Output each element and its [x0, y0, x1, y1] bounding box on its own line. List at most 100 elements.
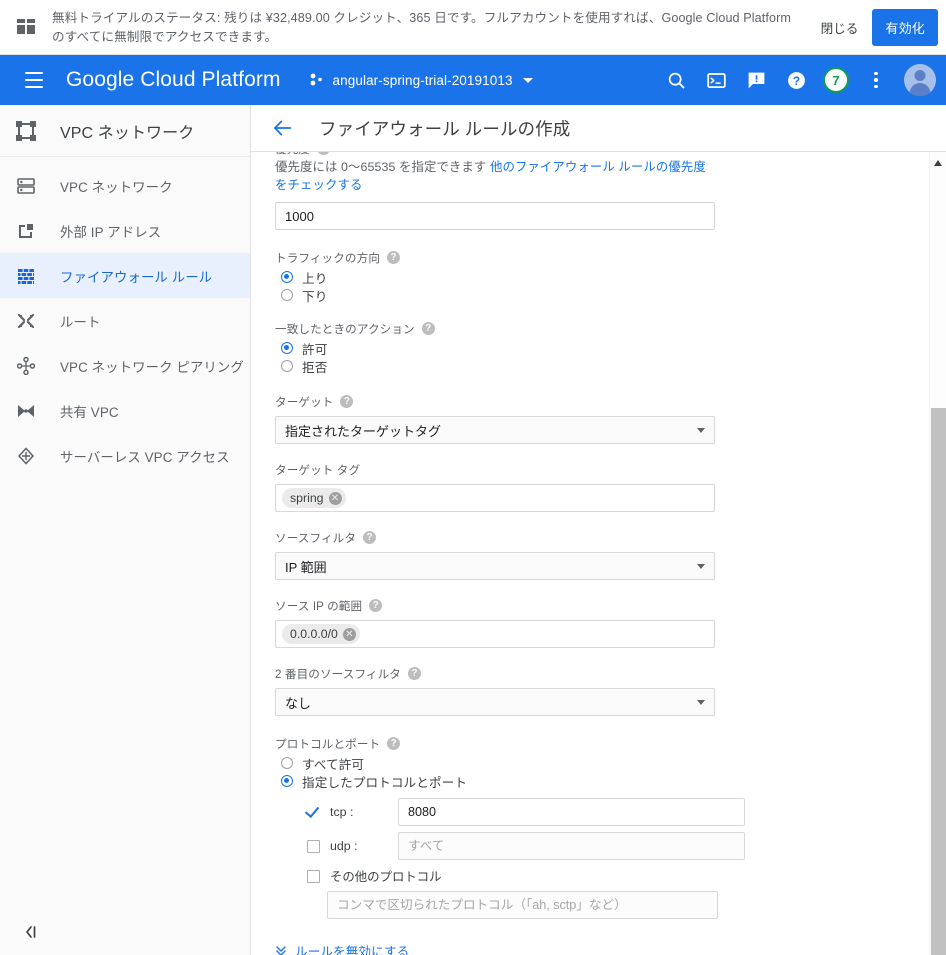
priority-hint: 優先度には 0〜65535 を指定できます 他のファイアウォール ルールの優先度…	[275, 158, 713, 194]
disable-rule-label: ルールを無効にする	[295, 945, 410, 955]
activate-account-button[interactable]: 有効化	[872, 8, 938, 46]
source-ip-ranges-label: ソース IP の範囲	[275, 600, 363, 613]
firewall-brick-icon	[16, 266, 36, 286]
collapse-panel-icon[interactable]	[0, 909, 251, 955]
second-source-filter-label-row: 2 番目のソースフィルタ ?	[275, 666, 927, 682]
target-tags-input[interactable]: spring ✕	[275, 484, 715, 512]
scrollbar-thumb[interactable]	[931, 408, 946, 955]
action-option-deny[interactable]: 拒否	[275, 358, 927, 375]
disable-rule-toggle[interactable]: ルールを無効にする	[275, 941, 927, 955]
sidebar-item-external-ip-addresses[interactable]: 外部 IP アドレス	[0, 208, 250, 253]
kebab-menu-icon[interactable]	[856, 60, 896, 100]
radio-unselected-icon	[281, 289, 293, 301]
radio-unselected-icon	[281, 757, 293, 769]
radio-label: 下り	[302, 289, 328, 304]
action-option-allow[interactable]: 許可	[275, 340, 927, 357]
priority-input[interactable]	[275, 202, 715, 230]
notifications-badge[interactable]: 7	[816, 60, 856, 100]
scroll-up-arrow-icon[interactable]	[934, 154, 942, 166]
sidebar-item-label: 共有 VPC	[60, 404, 119, 420]
sidebar-item-label: 外部 IP アドレス	[60, 224, 162, 240]
target-selected-value: 指定されたターゲットタグ	[285, 423, 442, 439]
feedback-icon[interactable]	[736, 60, 776, 100]
cloud-shell-icon[interactable]	[696, 60, 736, 100]
sidebar-item-vpc-networks[interactable]: VPC ネットワーク	[0, 163, 250, 208]
protocol-option-specified[interactable]: 指定したプロトコルとポート	[275, 773, 927, 790]
free-trial-banner: 無料トライアルのステータス: 残りは ¥32,489.00 クレジット、365 …	[0, 0, 946, 55]
network-list-icon	[16, 176, 36, 196]
help-icon[interactable]: ?	[363, 530, 377, 544]
traffic-direction-label: トラフィックの方向	[275, 252, 381, 265]
help-icon[interactable]: ?	[317, 152, 331, 155]
other-protocols-input-row	[275, 891, 927, 919]
vertical-scrollbar[interactable]	[929, 152, 946, 955]
page-title: ファイアウォール ルールの作成	[319, 118, 571, 139]
udp-label: udp :	[330, 839, 358, 853]
help-icon[interactable]: ?	[340, 394, 354, 408]
brand-title[interactable]: Google Cloud Platform	[66, 68, 281, 92]
radio-selected-icon	[281, 271, 293, 283]
routes-icon	[16, 311, 36, 331]
left-navigation-panel: VPC ネットワーク VPC ネットワーク 外部 IP アドレス ファイアウォー…	[0, 105, 251, 955]
udp-ports-input[interactable]	[398, 832, 745, 860]
main-content: ファイアウォール ルールの作成 優先度 ? 優先度には 0〜65535 を指定で…	[251, 105, 946, 955]
chevron-down-icon	[697, 699, 705, 705]
tcp-label: tcp :	[330, 805, 354, 819]
sidebar-item-vpc-network-peering[interactable]: VPC ネットワーク ピアリング	[0, 343, 250, 388]
project-selector[interactable]: angular-spring-trial-20191013	[309, 72, 533, 88]
sidebar-item-serverless-vpc-access[interactable]: サーバーレス VPC アクセス	[0, 433, 250, 478]
udp-checkbox[interactable]	[307, 839, 320, 853]
serverless-vpc-icon	[16, 446, 36, 466]
svg-text:?: ?	[792, 73, 799, 87]
protocols-and-ports-field: プロトコルとポート ? すべて許可 指定したプロトコルとポート tcp : 80…	[275, 736, 927, 919]
dismiss-banner-button[interactable]: 閉じる	[807, 10, 873, 45]
help-icon[interactable]: ?	[421, 321, 435, 335]
tcp-ports-input[interactable]	[398, 798, 745, 826]
radio-unselected-icon	[281, 360, 293, 372]
udp-row: udp :	[275, 832, 927, 860]
trial-status-text: 無料トライアルのステータス: 残りは ¥32,489.00 クレジット、365 …	[52, 10, 791, 44]
sidebar-item-label: サーバーレス VPC アクセス	[60, 449, 230, 465]
second-source-filter-select[interactable]: なし	[275, 688, 715, 716]
help-icon[interactable]: ?	[408, 666, 421, 680]
close-icon[interactable]: ✕	[342, 627, 356, 641]
protocol-option-allow-all[interactable]: すべて許可	[275, 755, 927, 772]
radio-label: 許可	[302, 342, 328, 357]
radio-label: 上り	[302, 271, 328, 286]
source-ip-ranges-field: ソース IP の範囲 ? 0.0.0.0/0 ✕	[275, 598, 927, 648]
radio-selected-icon	[281, 342, 293, 354]
source-filter-select[interactable]: IP 範囲	[275, 552, 715, 580]
chevron-down-icon	[697, 427, 705, 433]
navigation-menu-icon[interactable]	[10, 56, 58, 104]
sidebar-item-shared-vpc[interactable]: 共有 VPC	[0, 388, 250, 433]
sidebar-product-header[interactable]: VPC ネットワーク	[0, 105, 250, 157]
account-avatar[interactable]	[904, 64, 936, 96]
target-select[interactable]: 指定されたターゲットタグ	[275, 416, 715, 444]
target-tags-field: ターゲット タグ spring ✕	[275, 462, 927, 512]
source-filter-label: ソースフィルタ	[275, 532, 357, 545]
other-protocols-checkbox[interactable]	[307, 869, 320, 883]
help-icon[interactable]: ?	[369, 598, 383, 612]
search-icon[interactable]	[656, 60, 696, 100]
sidebar-title: VPC ネットワーク	[60, 124, 195, 142]
back-arrow-icon[interactable]	[271, 116, 295, 140]
sidebar-item-firewall-rules[interactable]: ファイアウォール ルール	[0, 253, 250, 298]
sidebar-item-routes[interactable]: ルート	[0, 298, 250, 343]
chip[interactable]: 0.0.0.0/0 ✕	[282, 624, 360, 644]
second-source-filter-field: 2 番目のソースフィルタ ? なし	[275, 666, 927, 716]
sidebar-item-label: ファイアウォール ルール	[60, 269, 213, 285]
help-icon[interactable]: ?	[387, 250, 401, 264]
tcp-checkbox[interactable]	[307, 806, 320, 819]
help-icon[interactable]: ?	[387, 736, 401, 750]
target-field: ターゲット ? 指定されたターゲットタグ	[275, 394, 927, 444]
source-ip-ranges-input[interactable]: 0.0.0.0/0 ✕	[275, 620, 715, 648]
close-icon[interactable]: ✕	[328, 491, 342, 505]
help-icon[interactable]: ?	[776, 60, 816, 100]
direction-option-egress[interactable]: 下り	[275, 287, 927, 304]
second-source-filter-label: 2 番目のソースフィルタ	[275, 668, 401, 681]
priority-field: 優先度 ? 優先度には 0〜65535 を指定できます 他のファイアウォール ル…	[275, 152, 927, 230]
other-protocols-input[interactable]	[327, 891, 718, 919]
direction-option-ingress[interactable]: 上り	[275, 269, 927, 286]
chip[interactable]: spring ✕	[282, 488, 346, 508]
chevron-double-down-icon	[275, 945, 287, 955]
